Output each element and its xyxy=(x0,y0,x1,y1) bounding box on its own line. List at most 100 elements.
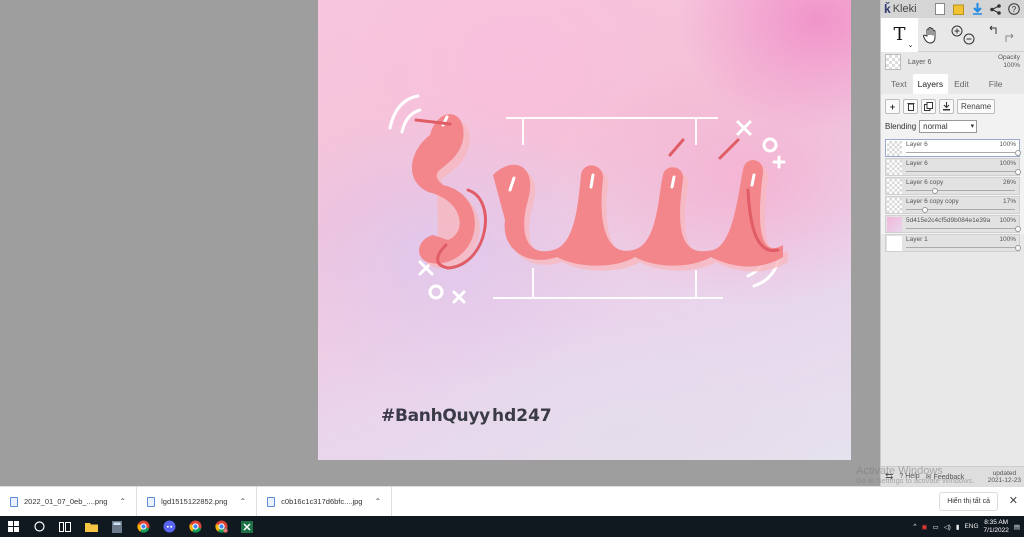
layer-opacity: 100% xyxy=(999,160,1016,167)
hand-tool-icon[interactable] xyxy=(918,18,944,52)
kleki-side-panel: ǩ Kleki ? T ⌄ Layer 6 Opacity 100% Text … xyxy=(880,0,1024,486)
layer-opacity-slider[interactable] xyxy=(906,152,1015,153)
layer-item[interactable]: 5d415e2c4cf5d9b084e1e39a 100% xyxy=(885,215,1021,233)
layer-opacity-knob[interactable] xyxy=(1015,226,1021,232)
layer-opacity-knob[interactable] xyxy=(932,188,939,194)
tab-file[interactable]: File xyxy=(983,75,1009,93)
canvas-workspace[interactable]: #BanhQuyy hd247 xyxy=(0,0,880,486)
tab-layers[interactable]: Layers xyxy=(912,74,949,94)
blending-select[interactable]: normal ▾ xyxy=(919,120,978,133)
download-icon[interactable] xyxy=(970,2,984,16)
layer-opacity: 100% xyxy=(999,236,1016,243)
layer-opacity-knob[interactable] xyxy=(1015,169,1021,175)
text-tool-button[interactable]: T ⌄ xyxy=(881,17,918,52)
top-toolbar: ǩ Kleki ? xyxy=(881,0,1024,18)
watermark-subtitle: Go to Settings to activate Windows. xyxy=(856,476,975,485)
undo-icon xyxy=(989,25,997,34)
layer-item[interactable]: Layer 6 100% xyxy=(885,158,1021,176)
chevron-up-icon[interactable]: ⌃ xyxy=(374,497,381,506)
layer-opacity-slider[interactable] xyxy=(906,190,1015,191)
share-icon[interactable] xyxy=(989,2,1003,16)
download-item[interactable]: lgd1515122852.png ⌃ xyxy=(137,486,258,517)
layer-opacity: 26% xyxy=(1002,179,1016,186)
svg-text:?: ? xyxy=(1012,5,1017,14)
layer-opacity-slider[interactable] xyxy=(906,228,1015,229)
blending-value: normal xyxy=(923,122,948,131)
file-explorer-icon[interactable] xyxy=(78,516,104,537)
calculator-icon[interactable] xyxy=(104,516,130,537)
updated-label: updated xyxy=(992,469,1017,477)
clock[interactable]: 8:35 AM 7/1/2022 xyxy=(984,519,1009,535)
credit-text: hd247 xyxy=(492,406,552,426)
download-filename: lgd1515122852.png xyxy=(161,497,228,506)
layer-opacity: 17% xyxy=(1002,198,1016,205)
windows-start-icon[interactable] xyxy=(0,516,26,537)
layer-opacity-slider[interactable] xyxy=(906,247,1015,248)
layer-item[interactable]: Layer 1 100% xyxy=(885,234,1021,252)
canvas-artwork xyxy=(388,94,788,304)
discord-icon[interactable] xyxy=(156,516,182,537)
tab-text[interactable]: Text xyxy=(885,75,913,93)
merge-layer-button[interactable] xyxy=(939,99,954,114)
layer-item[interactable]: Layer 6 copy 26% xyxy=(885,177,1020,195)
kleki-logo[interactable]: ǩ Kleki xyxy=(884,2,928,16)
download-filename: c0b16c1c317d6bfc....jpg xyxy=(281,497,363,506)
pdf-icon[interactable]: ▣ xyxy=(921,523,927,531)
chrome-profile-icon[interactable] xyxy=(208,516,234,537)
delete-layer-button[interactable] xyxy=(903,99,918,114)
chevron-up-icon[interactable]: ⌃ xyxy=(239,497,246,506)
chevron-up-icon[interactable]: ^ xyxy=(913,523,916,530)
layer-name: Layer 1 xyxy=(906,236,928,243)
zoom-out-icon xyxy=(963,33,975,44)
current-layer-preview: Layer 6 Opacity 100% xyxy=(881,52,1024,72)
file-icon xyxy=(147,496,156,507)
downloads-bar: 2022_01_07_0eb_....png ⌃ lgd1515122852.p… xyxy=(0,486,1024,517)
layer-opacity-knob[interactable] xyxy=(1015,150,1021,156)
notification-icon[interactable]: ▤ xyxy=(1014,523,1020,531)
layer-item[interactable]: Layer 6 100% xyxy=(885,139,1021,157)
help-icon[interactable]: ? xyxy=(1007,2,1021,16)
hashtag-text: #BanhQuyy xyxy=(381,406,490,426)
zoom-in-icon xyxy=(951,25,963,36)
layer-item[interactable]: Layer 6 copy copy 17% xyxy=(885,196,1020,214)
add-layer-button[interactable]: + xyxy=(885,99,900,114)
chrome-icon[interactable] xyxy=(130,516,156,537)
layers-tab-content: + Rename Blending normal ▾ Layer 6 100% … xyxy=(881,94,1024,252)
new-icon[interactable] xyxy=(933,2,947,16)
network-icon[interactable]: ▭ xyxy=(933,523,939,531)
layer-name: Layer 6 xyxy=(906,141,928,148)
volume-icon[interactable]: ◁) xyxy=(944,523,951,531)
system-tray: ^ ▣ ▭ ◁) ▮ ENG 8:35 AM 7/1/2022 ▤ xyxy=(913,516,1024,537)
redo-icon xyxy=(1005,33,1014,42)
spreadsheet-icon[interactable] xyxy=(234,516,260,537)
layer-opacity-knob[interactable] xyxy=(922,207,929,213)
layer-thumbnail xyxy=(887,198,902,213)
layer-opacity-slider[interactable] xyxy=(906,171,1015,172)
download-item[interactable]: 2022_01_07_0eb_....png ⌃ xyxy=(0,486,138,517)
app-name: Kleki xyxy=(892,3,917,15)
save-icon[interactable] xyxy=(952,2,966,16)
windows-taskbar: ^ ▣ ▭ ◁) ▮ ENG 8:35 AM 7/1/2022 ▤ xyxy=(0,516,1024,537)
chevron-up-icon[interactable]: ⌃ xyxy=(119,497,126,506)
language-indicator[interactable]: ENG xyxy=(964,523,978,530)
battery-icon[interactable]: ▮ xyxy=(956,523,960,531)
layer-name: Layer 6 copy copy xyxy=(906,198,959,205)
search-icon[interactable] xyxy=(26,516,52,537)
task-view-icon[interactable] xyxy=(52,516,78,537)
chrome-icon[interactable] xyxy=(182,516,208,537)
text-tool-icon: T ⌄ xyxy=(893,24,913,49)
zoom-controls xyxy=(944,18,984,52)
rename-button[interactable]: Rename xyxy=(957,99,996,114)
layer-name: 5d415e2c4cf5d9b084e1e39a xyxy=(906,217,991,224)
tab-edit[interactable]: Edit xyxy=(948,75,975,93)
show-all-downloads-button[interactable]: Hiển thị tất cả xyxy=(939,492,998,511)
chevron-down-icon[interactable]: ⌄ xyxy=(908,41,914,49)
layer-opacity-knob[interactable] xyxy=(1015,245,1021,251)
chevron-down-icon: ▾ xyxy=(970,123,975,130)
download-item[interactable]: c0b16c1c317d6bfc....jpg ⌃ xyxy=(257,486,393,517)
watermark-title: Activate Windows xyxy=(856,465,943,477)
close-icon[interactable]: ✕ xyxy=(1009,494,1018,507)
blending-row: Blending normal ▾ xyxy=(885,120,1020,133)
drawing-canvas[interactable]: #BanhQuyy hd247 xyxy=(318,0,851,460)
duplicate-layer-button[interactable] xyxy=(921,99,936,114)
